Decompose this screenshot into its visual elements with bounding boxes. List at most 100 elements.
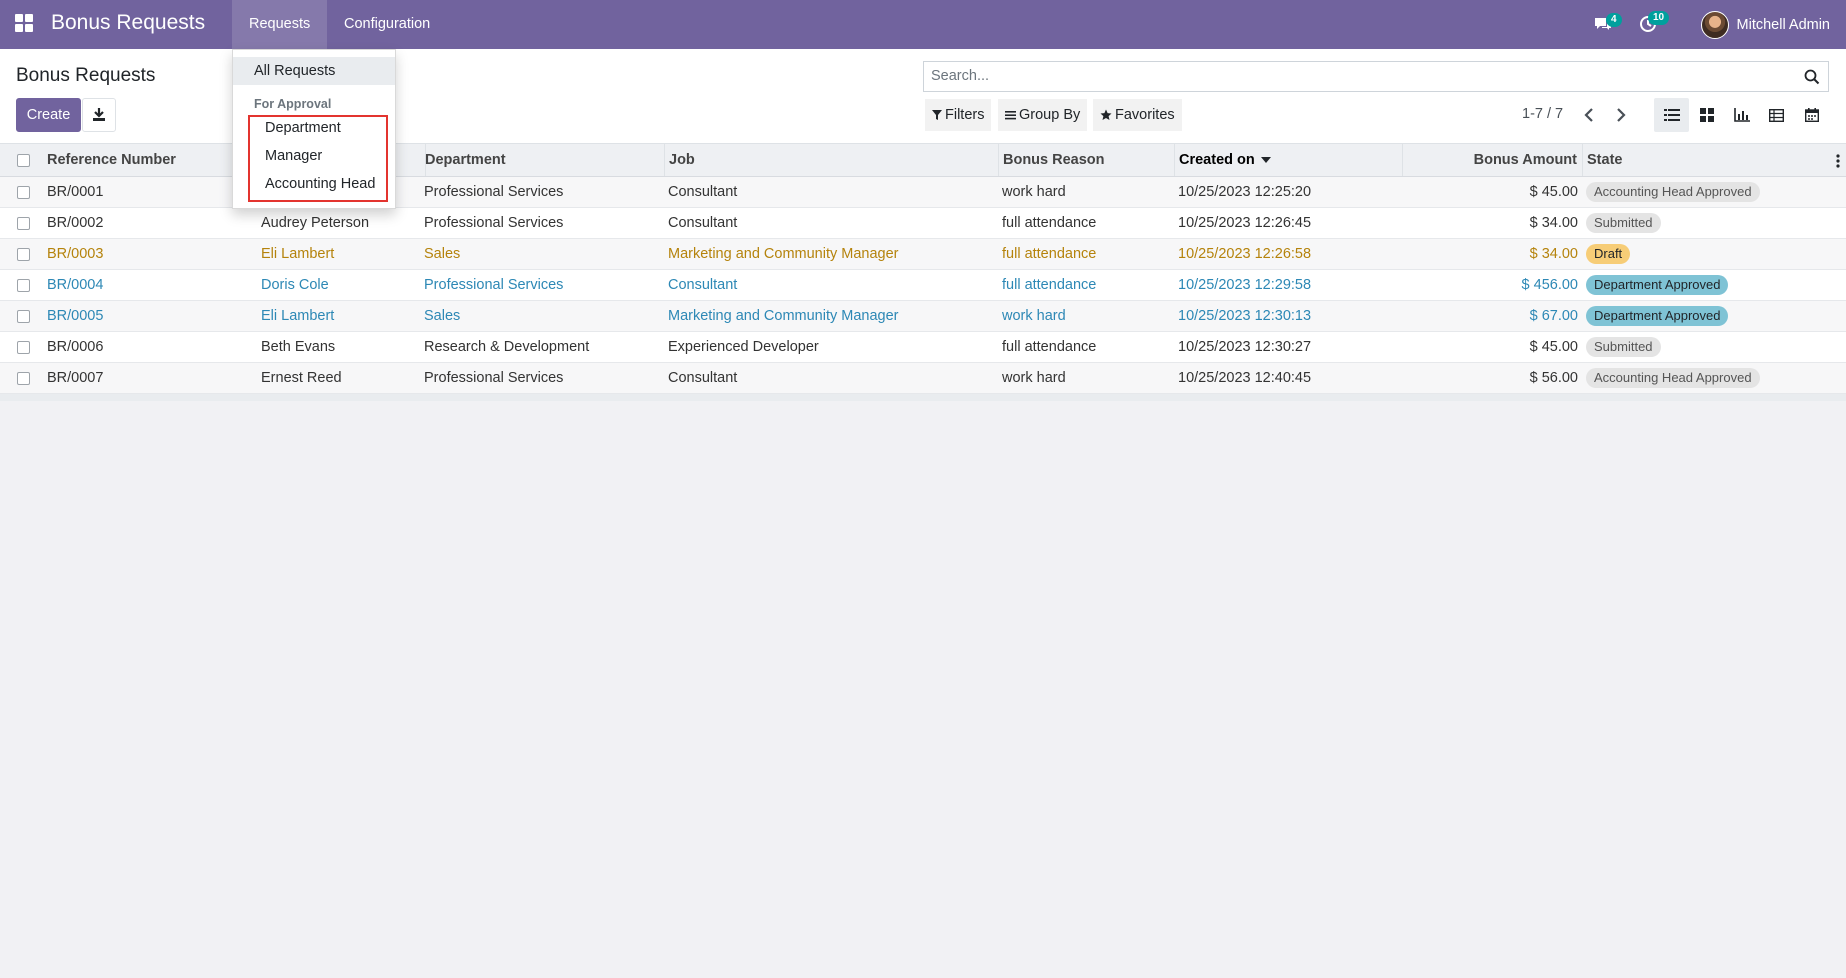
user-menu[interactable]: Mitchell Admin — [1700, 11, 1830, 39]
reference-cell: BR/0007 — [47, 370, 104, 386]
bonus-amount-cell: $ 45.00 — [1529, 184, 1578, 200]
row-checkbox[interactable] — [17, 217, 30, 230]
table-row[interactable]: BR/0003 Eli Lambert Sales Marketing and … — [0, 239, 1846, 270]
menu-requests[interactable]: Requests — [232, 0, 328, 49]
created-on-cell: 10/25/2023 12:26:45 — [1178, 215, 1312, 231]
employee-cell: Ernest Reed — [261, 370, 342, 386]
kanban-view-button[interactable] — [1689, 98, 1724, 132]
search-bar[interactable] — [923, 61, 1829, 92]
activities-badge: 10 — [1648, 11, 1670, 25]
bar-chart-icon — [1733, 108, 1750, 122]
created-on-cell: 10/25/2023 12:30:13 — [1178, 308, 1312, 324]
created-on-cell: 10/25/2023 12:26:58 — [1178, 246, 1312, 262]
group-by-label: Group By — [1019, 107, 1081, 123]
status-badge: Accounting Head Approved — [1586, 368, 1760, 388]
department-cell: Sales — [424, 308, 461, 324]
user-name: Mitchell Admin — [1736, 17, 1830, 33]
pivot-view-button[interactable] — [1759, 98, 1794, 132]
table-row[interactable]: BR/0002 Audrey Peterson Professional Ser… — [0, 208, 1846, 239]
app-title[interactable]: Bonus Requests — [51, 11, 205, 35]
reference-cell: BR/0006 — [47, 339, 104, 355]
row-checkbox[interactable] — [17, 310, 30, 323]
row-checkbox[interactable] — [17, 372, 30, 385]
optional-columns-icon[interactable] — [1836, 154, 1840, 168]
job-cell: Experienced Developer — [668, 339, 819, 355]
department-cell: Professional Services — [424, 215, 564, 231]
table-row[interactable]: BR/0004 Doris Cole Professional Services… — [0, 270, 1846, 301]
pager-value[interactable]: 1-7 / 7 — [1522, 106, 1563, 122]
employee-cell: Beth Evans — [261, 339, 336, 355]
status-badge: Draft — [1586, 244, 1631, 264]
list-view-icon — [1663, 109, 1680, 121]
reference-cell: BR/0003 — [47, 246, 104, 262]
calendar-view-button[interactable] — [1794, 98, 1829, 132]
graph-view-button[interactable] — [1724, 98, 1759, 132]
avatar — [1700, 11, 1729, 39]
bonus-reason-cell: full attendance — [1002, 246, 1097, 262]
bonus-amount-cell: $ 67.00 — [1529, 308, 1578, 324]
column-header-bonus-amount[interactable]: Bonus Amount — [1403, 144, 1583, 176]
status-badge: Submitted — [1586, 213, 1661, 233]
job-cell: Consultant — [668, 184, 738, 200]
job-cell: Consultant — [668, 277, 738, 293]
table-row[interactable]: BR/0007 Ernest Reed Professional Service… — [0, 363, 1846, 394]
column-header-job[interactable]: Job — [665, 144, 999, 176]
created-on-cell: 10/25/2023 12:30:27 — [1178, 339, 1312, 355]
list-view-button[interactable] — [1654, 98, 1689, 132]
search-icon[interactable] — [1804, 69, 1820, 85]
reference-cell: BR/0005 — [47, 308, 104, 324]
chevron-right-icon[interactable] — [1611, 105, 1629, 125]
messages-badge: 4 — [1606, 13, 1622, 27]
star-icon — [1100, 109, 1112, 120]
select-all-checkbox[interactable] — [17, 154, 30, 167]
status-badge: Submitted — [1586, 337, 1661, 357]
created-on-cell: 10/25/2023 12:25:20 — [1178, 184, 1312, 200]
reference-cell: BR/0001 — [47, 184, 104, 200]
filters-button[interactable]: Filters — [925, 99, 992, 131]
search-input[interactable] — [931, 68, 1781, 84]
reference-cell: BR/0004 — [47, 277, 104, 293]
bonus-amount-cell: $ 456.00 — [1521, 277, 1578, 293]
chevron-left-icon[interactable] — [1581, 105, 1599, 125]
group-by-button[interactable]: Group By — [998, 99, 1088, 131]
employee-cell: Eli Lambert — [261, 246, 335, 262]
bonus-amount-cell: $ 45.00 — [1529, 339, 1578, 355]
app-grid-icon[interactable] — [15, 14, 35, 34]
menu-configuration[interactable]: Configuration — [327, 0, 447, 49]
favorites-label: Favorites — [1115, 107, 1175, 123]
list-bars-icon — [1005, 111, 1016, 120]
bonus-reason-cell: full attendance — [1002, 277, 1097, 293]
created-on-cell: 10/25/2023 12:29:58 — [1178, 277, 1312, 293]
employee-cell: Audrey Peterson — [261, 215, 370, 231]
employee-cell: Eli Lambert — [261, 308, 335, 324]
job-cell: Marketing and Community Manager — [668, 246, 899, 262]
top-navbar: Bonus Requests Requests Configuration 4 … — [0, 0, 1846, 49]
download-button[interactable] — [82, 98, 116, 132]
download-icon — [93, 108, 105, 121]
row-checkbox[interactable] — [17, 186, 30, 199]
filter-icon — [932, 110, 942, 120]
bonus-reason-cell: full attendance — [1002, 215, 1097, 231]
column-header-state[interactable]: State — [1583, 144, 1846, 176]
bonus-amount-cell: $ 34.00 — [1529, 246, 1578, 262]
status-badge: Department Approved — [1586, 275, 1729, 295]
column-header-department[interactable]: Department — [421, 144, 665, 176]
row-checkbox[interactable] — [17, 279, 30, 292]
row-checkbox[interactable] — [17, 341, 30, 354]
employee-cell: Doris Cole — [261, 277, 329, 293]
created-on-label: Created on — [1179, 152, 1255, 168]
table-row[interactable]: BR/0005 Eli Lambert Sales Marketing and … — [0, 301, 1846, 332]
table-row[interactable]: BR/0006 Beth Evans Research & Developmen… — [0, 332, 1846, 363]
pivot-table-icon — [1769, 108, 1784, 122]
page-title: Bonus Requests — [16, 65, 156, 86]
create-button[interactable]: Create — [16, 98, 81, 132]
favorites-button[interactable]: Favorites — [1093, 99, 1182, 131]
column-header-created-on[interactable]: Created on — [1175, 144, 1403, 176]
column-header-bonus-reason[interactable]: Bonus Reason — [999, 144, 1175, 176]
bonus-reason-cell: full attendance — [1002, 339, 1097, 355]
row-checkbox[interactable] — [17, 248, 30, 261]
menu-item-all-requests[interactable]: All Requests — [233, 57, 395, 85]
job-cell: Marketing and Community Manager — [668, 308, 899, 324]
job-cell: Consultant — [668, 215, 738, 231]
highlight-box — [248, 115, 388, 202]
